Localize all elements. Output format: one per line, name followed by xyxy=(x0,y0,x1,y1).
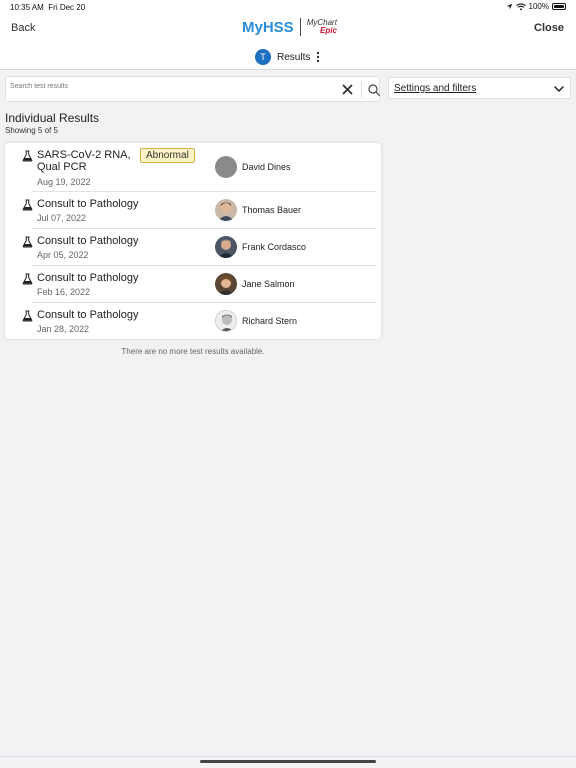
provider-name: Richard Stern xyxy=(242,316,298,326)
lab-flask-icon xyxy=(22,199,33,211)
search-input[interactable] xyxy=(10,79,310,93)
result-date: Jul 07, 2022 xyxy=(37,213,87,223)
home-indicator[interactable] xyxy=(200,760,376,763)
settings-filters-dropdown[interactable]: Settings and filters xyxy=(388,77,571,99)
provider-name: Jane Salmon xyxy=(242,279,295,289)
clear-icon[interactable] xyxy=(341,83,355,97)
provider-photo xyxy=(216,311,236,331)
result-name: Consult to Pathology xyxy=(37,309,139,321)
search-box xyxy=(5,76,381,102)
search-icon[interactable] xyxy=(367,83,381,97)
result-name: Consult to Pathology xyxy=(37,235,139,247)
list-item[interactable]: Consult to Pathology Jan 28, 2022 Richar… xyxy=(5,302,381,339)
results-count: Showing 5 of 5 xyxy=(5,126,58,135)
abnormal-badge: Abnormal xyxy=(140,148,195,163)
status-time-text: 10:35 AM xyxy=(10,3,44,12)
section-title: Individual Results xyxy=(5,111,100,125)
status-indicators: 100% xyxy=(506,2,566,11)
result-date: Jan 28, 2022 xyxy=(37,324,90,334)
logo-divider xyxy=(299,18,301,36)
provider-photo xyxy=(215,199,237,221)
provider-photo xyxy=(215,236,237,258)
kebab-icon[interactable] xyxy=(316,51,320,63)
nav-bar: Back MyHSS MyChart Epic Close T Results xyxy=(0,14,576,70)
status-bar: 10:35 AM Fri Dec 20 100% xyxy=(0,0,576,14)
provider-avatar xyxy=(215,156,237,178)
provider-avatar xyxy=(215,310,237,332)
list-item[interactable]: Consult to Pathology Feb 16, 2022 Jane S… xyxy=(5,265,381,302)
patient-avatar: T xyxy=(255,49,271,65)
result-name: Consult to Pathology xyxy=(37,272,139,284)
result-date: Feb 16, 2022 xyxy=(37,287,91,297)
search-divider xyxy=(361,82,362,98)
wifi-icon xyxy=(515,2,526,10)
provider-avatar xyxy=(215,236,237,258)
logo-mychart: MyChart Epic xyxy=(307,19,337,35)
list-item[interactable]: Consult to Pathology Jul 07, 2022 Thomas… xyxy=(5,191,381,228)
result-date: Aug 19, 2022 xyxy=(37,177,91,187)
context-label: Results xyxy=(277,51,311,63)
list-item[interactable]: SARS-CoV-2 RNA, Qual PCR Aug 19, 2022 Abn… xyxy=(5,143,381,191)
bottom-divider xyxy=(0,756,576,757)
result-name: Consult to Pathology xyxy=(37,198,139,210)
lab-flask-icon xyxy=(22,273,33,285)
result-name-line2: Qual PCR xyxy=(37,161,87,173)
context-switcher[interactable]: T Results xyxy=(255,49,320,65)
back-button[interactable]: Back xyxy=(11,22,35,34)
chevron-down-icon xyxy=(554,86,564,93)
app-logo: MyHSS MyChart Epic xyxy=(242,18,337,36)
battery-icon xyxy=(552,3,566,10)
results-list: SARS-CoV-2 RNA, Qual PCR Aug 19, 2022 Abn… xyxy=(5,143,381,339)
provider-photo xyxy=(215,273,237,295)
provider-name: David Dines xyxy=(242,162,291,172)
result-name: SARS-CoV-2 RNA, Qual PCR xyxy=(37,149,131,173)
filters-label: Settings and filters xyxy=(394,83,477,94)
logo-epic-text: Epic xyxy=(320,26,337,35)
logo-myhss: MyHSS xyxy=(242,18,294,36)
provider-name: Thomas Bauer xyxy=(242,205,302,215)
result-name-line1: SARS-CoV-2 RNA, xyxy=(37,149,131,161)
battery-percent: 100% xyxy=(528,2,549,11)
close-button[interactable]: Close xyxy=(534,22,564,34)
result-date: Apr 05, 2022 xyxy=(37,250,89,260)
lab-flask-icon xyxy=(22,310,33,322)
status-date-text: Fri Dec 20 xyxy=(48,3,86,12)
lab-flask-icon xyxy=(22,236,33,248)
no-more-results-text: There are no more test results available… xyxy=(121,347,265,356)
provider-name: Frank Cordasco xyxy=(242,242,307,252)
provider-avatar xyxy=(215,273,237,295)
status-time: 10:35 AM Fri Dec 20 xyxy=(10,3,85,12)
list-item[interactable]: Consult to Pathology Apr 05, 2022 Frank … xyxy=(5,228,381,265)
lab-flask-icon xyxy=(22,150,33,162)
provider-avatar xyxy=(215,199,237,221)
location-icon xyxy=(506,3,512,10)
